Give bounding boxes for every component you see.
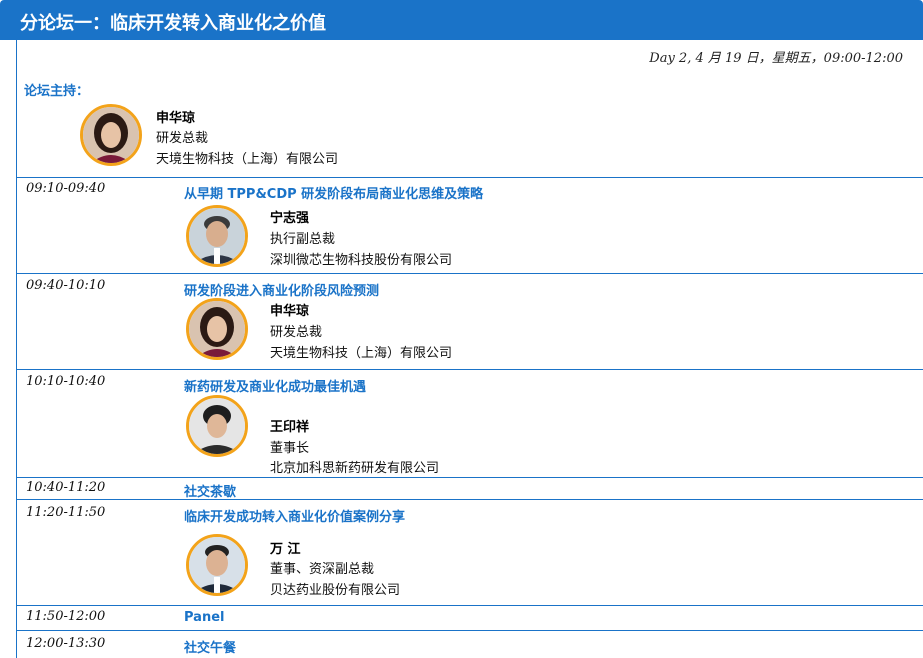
speaker-name: 万 江 [270, 542, 301, 557]
session-topic: 新药研发及商业化成功最佳机遇 [184, 380, 367, 395]
session-time: 12:00-13:30 [26, 636, 106, 651]
speaker-avatar [186, 298, 248, 360]
page-title: 分论坛一：临床开发转入商业化之价值 [20, 13, 326, 34]
moderator-title: 研发总裁 [156, 131, 209, 146]
speaker-avatar [186, 395, 248, 457]
person-photo-icon [189, 537, 245, 593]
speaker-name: 王印祥 [270, 420, 310, 435]
speaker-company: 天境生物科技（上海）有限公司 [270, 346, 453, 361]
person-photo-icon [83, 107, 139, 163]
moderator-name: 申华琼 [156, 111, 196, 126]
session-time: 11:50-12:00 [26, 609, 106, 624]
moderator-avatar [80, 104, 142, 166]
session-topic: 研发阶段进入商业化阶段风险预测 [184, 284, 380, 299]
divider [16, 369, 923, 370]
speaker-title: 研发总裁 [270, 325, 323, 340]
speaker-name: 宁志强 [270, 211, 310, 226]
session-topic: 临床开发成功转入商业化价值案例分享 [184, 510, 406, 525]
moderator-label: 论坛主持： [24, 84, 90, 99]
divider [16, 177, 923, 178]
session-time: 11:20-11:50 [26, 505, 106, 520]
session-time: 10:40-11:20 [26, 480, 106, 495]
divider [16, 630, 923, 631]
session-topic: 社交午餐 [184, 641, 237, 656]
person-photo-icon [189, 398, 245, 454]
person-photo-icon [189, 208, 245, 264]
session-time: 10:10-10:40 [26, 374, 106, 389]
speaker-title: 董事长 [270, 441, 310, 456]
session-topic: 社交茶歇 [184, 485, 237, 500]
divider [16, 499, 923, 500]
speaker-title: 董事、资深副总裁 [270, 562, 375, 577]
person-photo-icon [189, 301, 245, 357]
speaker-company: 深圳微芯生物科技股份有限公司 [270, 253, 453, 268]
header-bar: 分论坛一：临床开发转入商业化之价值 [0, 0, 923, 40]
frame-left-border [16, 40, 17, 658]
divider [16, 605, 923, 606]
speaker-name: 申华琼 [270, 304, 310, 319]
speaker-title: 执行副总裁 [270, 232, 336, 247]
speaker-avatar [186, 205, 248, 267]
moderator-company: 天境生物科技（上海）有限公司 [156, 152, 339, 167]
speaker-company: 北京加科思新药研发有限公司 [270, 461, 440, 476]
session-time: 09:40-10:10 [26, 278, 106, 293]
session-time: 09:10-09:40 [26, 181, 106, 196]
divider [16, 273, 923, 274]
session-topic: Panel [184, 610, 225, 625]
divider [16, 477, 923, 478]
speaker-avatar [186, 534, 248, 596]
session-topic: 从早期 TPP&CDP 研发阶段布局商业化思维及策略 [184, 187, 484, 202]
speaker-company: 贝达药业股份有限公司 [270, 583, 401, 598]
day-line: Day 2, 4 月 19 日，星期五，09:00-12:00 [649, 51, 903, 66]
